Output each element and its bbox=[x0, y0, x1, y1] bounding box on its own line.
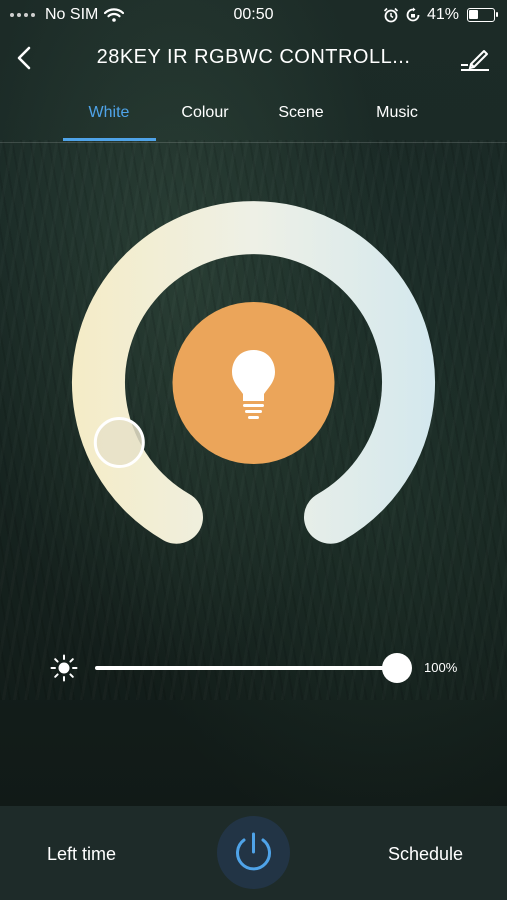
power-button[interactable] bbox=[217, 816, 290, 889]
schedule-button[interactable]: Schedule bbox=[388, 844, 463, 865]
brightness-thumb[interactable] bbox=[382, 653, 412, 683]
brightness-value: 100% bbox=[424, 660, 458, 675]
bottom-bar: Left time Schedule bbox=[0, 806, 507, 900]
color-temp-knob[interactable] bbox=[93, 417, 145, 468]
left-time-button[interactable]: Left time bbox=[47, 844, 116, 865]
brightness-slider: 100% bbox=[50, 650, 470, 686]
color-temp-area bbox=[0, 0, 507, 900]
brightness-track[interactable] bbox=[95, 666, 397, 670]
power-icon bbox=[236, 832, 271, 871]
sun-icon bbox=[50, 654, 78, 682]
